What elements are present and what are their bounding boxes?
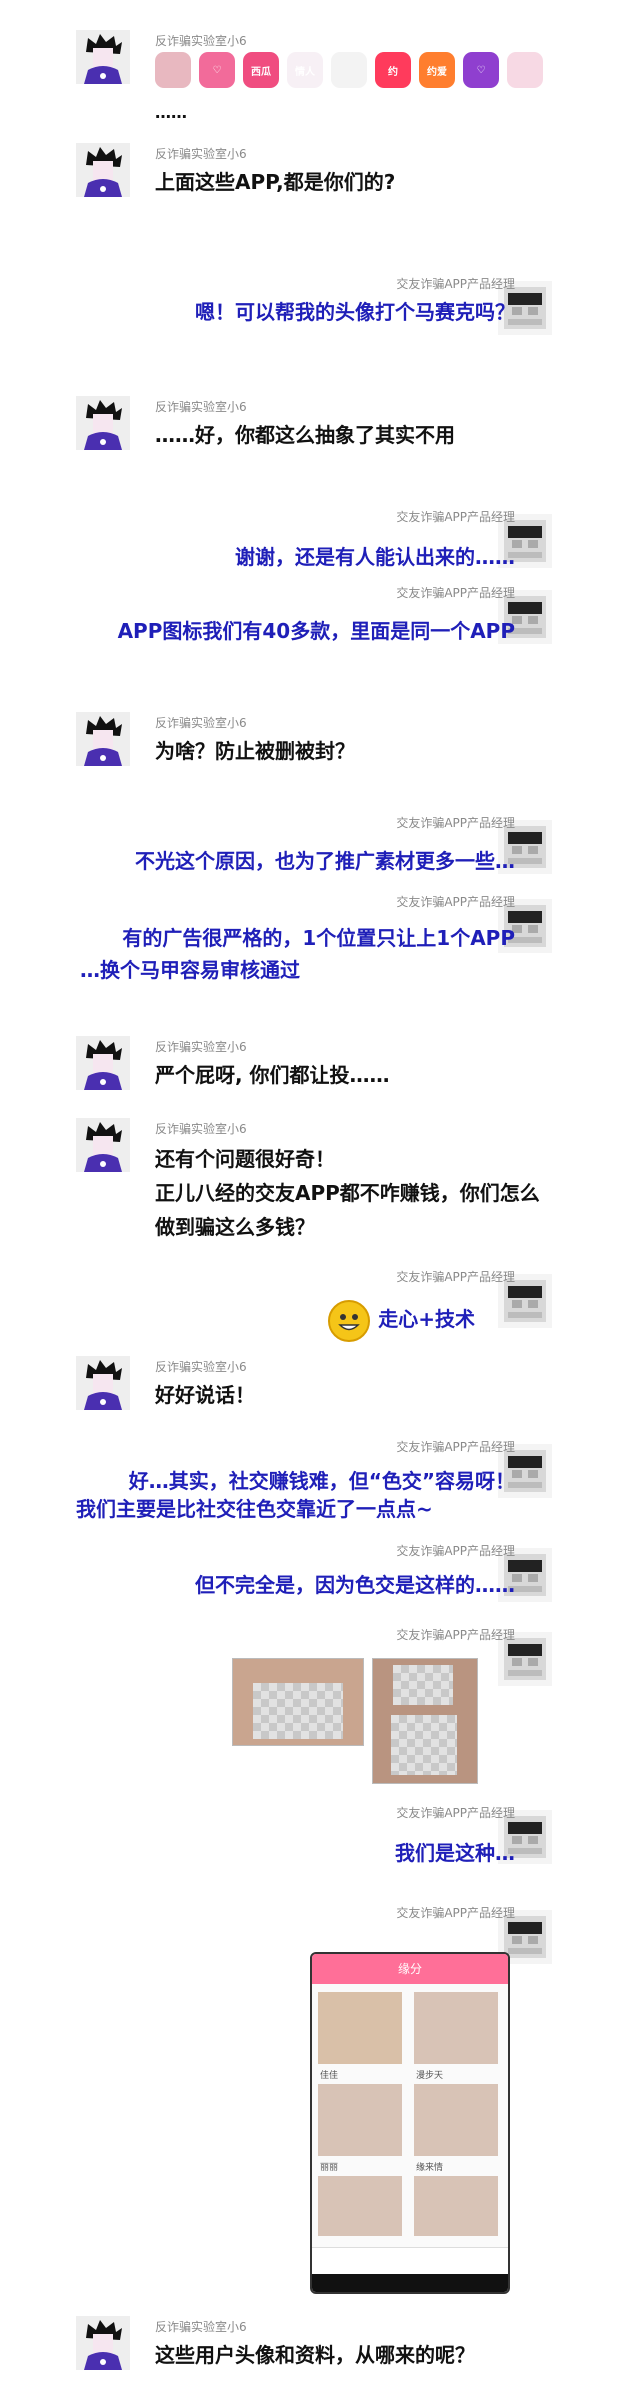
profile-photo <box>318 1992 402 2064</box>
message-text-line-1: 有的广告很严格的，1个位置只让上1个APP <box>122 926 515 950</box>
app-screenshot: 缘分 佳佳 漫步天 丽丽 缘来情 <box>310 1952 510 2294</box>
message-text-line-2: …换个马甲容易审核通过 <box>80 958 300 982</box>
avatar <box>76 1036 130 1090</box>
sender-name: 反诈骗实验室小6 <box>155 1122 247 1136</box>
profile-name: 丽丽 <box>320 2163 339 2173</box>
profile-name: 漫步天 <box>416 2071 444 2081</box>
profile-name: 缘来情 <box>416 2163 444 2173</box>
mosaic-blur <box>253 1683 343 1739</box>
profile-photo <box>414 2084 498 2156</box>
profile-photo <box>414 1992 498 2064</box>
avatar <box>76 712 130 766</box>
sender-name: 交友诈骗APP产品经理 <box>396 1544 515 1558</box>
sender-name: 反诈骗实验室小6 <box>155 2320 247 2334</box>
sender-name: 交友诈骗APP产品经理 <box>396 277 515 291</box>
message-text: 不光这个原因，也为了推广素材更多一些… <box>135 849 515 873</box>
avatar <box>76 1356 130 1410</box>
message-text: 走心+技术 <box>378 1307 475 1331</box>
message-text-line-1: 还有个问题很好奇！ <box>155 1147 335 1171</box>
avatar <box>76 143 130 197</box>
sender-name: 交友诈骗APP产品经理 <box>396 895 515 909</box>
message-text: 为啥？防止被删被封？ <box>155 739 355 763</box>
sender-name: 交友诈骗APP产品经理 <box>396 1806 515 1820</box>
app-icon: 约爱 <box>419 52 455 88</box>
app-icon: 情人 <box>287 52 323 88</box>
app-icon: ♡ <box>463 52 499 88</box>
mosaic-blur <box>391 1715 457 1775</box>
sender-name: 交友诈骗APP产品经理 <box>396 1270 515 1284</box>
sender-name: 反诈骗实验室小6 <box>155 400 247 414</box>
sender-name: 反诈骗实验室小6 <box>155 147 247 161</box>
profile-photo <box>414 2176 498 2236</box>
sender-name: 交友诈骗APP产品经理 <box>396 1440 515 1454</box>
app-icon <box>331 52 367 88</box>
app-icon <box>507 52 543 88</box>
sender-name: 反诈骗实验室小6 <box>155 34 247 48</box>
sender-name: 交友诈骗APP产品经理 <box>396 586 515 600</box>
sender-name: 交友诈骗APP产品经理 <box>396 1628 515 1642</box>
sender-name: 反诈骗实验室小6 <box>155 1040 247 1054</box>
app-icon: 西瓜 <box>243 52 279 88</box>
message-text: 上面这些APP,都是你们的? <box>155 170 396 194</box>
app-icon <box>155 52 191 88</box>
profile-photo <box>318 2176 402 2236</box>
android-nav-bar <box>312 2274 508 2292</box>
sender-name: 交友诈骗APP产品经理 <box>396 816 515 830</box>
message-text: 谢谢，还是有人能认出来的…… <box>235 545 515 569</box>
message-text: APP图标我们有40多款，里面是同一个APP <box>117 619 515 643</box>
mosaic-blur <box>393 1665 453 1705</box>
sender-name: 交友诈骗APP产品经理 <box>396 510 515 524</box>
grin-emoji-icon <box>328 1300 370 1342</box>
message-text: 嗯！可以帮我的头像打个马赛克吗？ <box>195 300 515 324</box>
avatar <box>76 2316 130 2370</box>
app-screenshot-title: 缘分 <box>312 1954 508 1984</box>
avatar <box>76 30 130 84</box>
message-text-line-3: 做到骗这么多钱？ <box>155 1215 315 1239</box>
message-text: 严个屁呀, 你们都让投…… <box>155 1063 390 1087</box>
avatar <box>76 396 130 450</box>
message-text: …… <box>155 103 187 122</box>
message-text: ……好，你都这么抽象了其实不用 <box>155 423 455 447</box>
message-text: 但不完全是，因为色交是这样的…… <box>195 1573 515 1597</box>
sender-name: 反诈骗实验室小6 <box>155 1360 247 1374</box>
profile-photo <box>318 2084 402 2156</box>
message-text-line-2: 正儿八经的交友APP都不咋赚钱，你们怎么 <box>155 1181 540 1205</box>
message-text: 这些用户头像和资料，从哪来的呢？ <box>155 2343 475 2367</box>
message-text: 我们是这种… <box>395 1841 515 1865</box>
message-text: 好好说话！ <box>155 1383 255 1407</box>
app-icon: 约 <box>375 52 411 88</box>
censored-photo-1 <box>232 1658 364 1746</box>
censored-photo-2 <box>372 1658 478 1784</box>
app-icon: ♡ <box>199 52 235 88</box>
sender-name: 交友诈骗APP产品经理 <box>396 1906 515 1920</box>
sender-name: 反诈骗实验室小6 <box>155 716 247 730</box>
message-text-line-2: 我们主要是比社交往色交靠近了一点点~ <box>76 1497 433 1521</box>
avatar <box>76 1118 130 1172</box>
profile-name: 佳佳 <box>320 2071 339 2081</box>
